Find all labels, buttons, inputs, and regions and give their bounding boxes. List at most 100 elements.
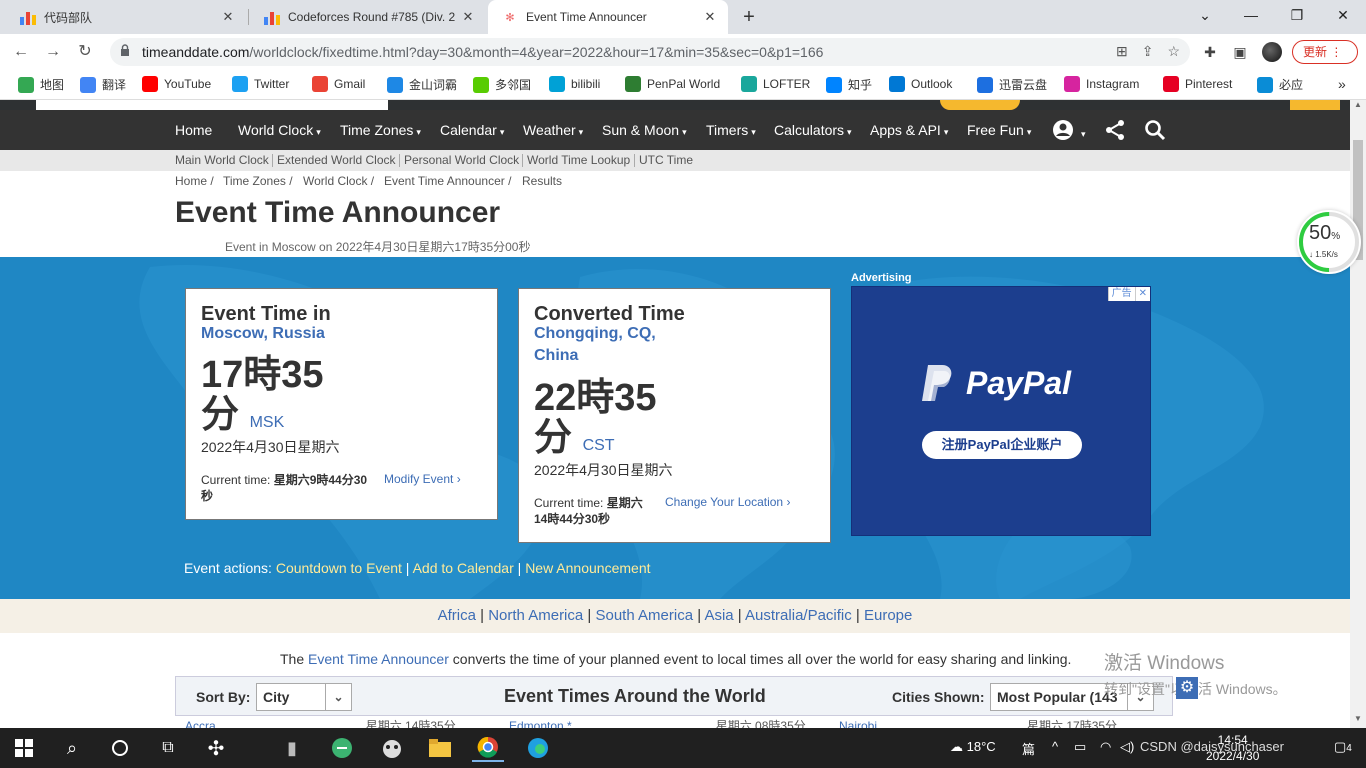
share-icon[interactable]: ⇪ — [1142, 43, 1154, 60]
city-link[interactable]: Nairobi — [839, 719, 877, 728]
nav-sun-moon[interactable]: Sun & Moon ▾ — [602, 122, 687, 138]
network-speed-gauge[interactable]: 50% ↓ 1.5K/s — [1297, 210, 1361, 274]
tab-search-icon[interactable]: ⌄ — [1182, 0, 1228, 30]
scroll-down-icon[interactable]: ▼ — [1350, 714, 1366, 728]
breadcrumb-time-zones[interactable]: Time Zones / — [223, 174, 293, 188]
breadcrumb-home[interactable]: Home / — [175, 174, 214, 188]
converted-location-link-2[interactable]: China — [534, 345, 578, 367]
volume-icon[interactable]: ◁) — [1120, 739, 1134, 755]
subnav-main-world-clock[interactable]: Main World Clock — [175, 153, 269, 167]
add-to-calendar-link[interactable]: Add to Calendar — [413, 560, 514, 576]
bookmark-zhihu[interactable]: 知乎 — [826, 76, 872, 93]
nav-home[interactable]: Home — [175, 122, 212, 138]
bookmark-instagram[interactable]: Instagram — [1064, 76, 1139, 92]
region-europe[interactable]: Europe — [864, 607, 912, 624]
bookmark-youtube[interactable]: YouTube — [142, 76, 211, 92]
nav-world-clock[interactable]: World Clock ▾ — [238, 122, 321, 138]
bookmark-star-icon[interactable]: ☆ — [1167, 43, 1180, 60]
green-app-icon[interactable] — [326, 734, 358, 762]
ad-badge[interactable]: 广告 — [1107, 287, 1135, 301]
ad-signup-button[interactable]: 注册PayPal企业账户 — [922, 431, 1082, 459]
back-icon[interactable]: ← — [8, 40, 34, 64]
weather-widget[interactable]: ☁ 18°C — [950, 739, 996, 755]
nav-calendar[interactable]: Calendar ▾ — [440, 122, 504, 138]
ime-indicator[interactable]: 篇 — [1022, 739, 1035, 758]
search-icon[interactable]: ⌕ — [56, 734, 88, 762]
subnav-personal-world-clock[interactable]: Personal World Clock — [404, 153, 519, 167]
settings-gear-icon[interactable]: ⚙ — [1176, 677, 1198, 699]
close-tab-icon[interactable]: ✕ — [220, 9, 236, 25]
breadcrumb-world-clock[interactable]: World Clock / — [303, 174, 374, 188]
change-location-link[interactable]: Change Your Location › — [665, 495, 790, 509]
nav-weather[interactable]: Weather ▾ — [523, 122, 583, 138]
chrome-taskbar-icon[interactable] — [472, 734, 504, 762]
wifi-icon[interactable]: ◠ — [1100, 739, 1111, 755]
new-tab-button[interactable]: + — [738, 4, 760, 30]
side-panel-icon[interactable]: ▣ — [1230, 42, 1250, 62]
ad-close-icon[interactable]: ✕ — [1134, 287, 1150, 301]
bookmark-xunlei[interactable]: 迅雷云盘 — [977, 76, 1047, 93]
region-australia-pacific[interactable]: Australia/Pacific — [745, 607, 852, 624]
sort-by-select[interactable]: City ⌄ — [256, 683, 352, 711]
close-tab-icon[interactable]: ✕ — [702, 9, 718, 25]
maximize-button[interactable]: ❐ — [1274, 0, 1320, 30]
event-time-announcer-link[interactable]: Event Time Announcer — [308, 651, 449, 667]
nav-free-fun[interactable]: Free Fun ▾ — [967, 122, 1031, 138]
edge-taskbar-icon[interactable] — [522, 734, 554, 762]
table-row[interactable]: Accra 星期六 14時35分 — [185, 717, 456, 728]
chevron-up-icon[interactable]: ^ — [1052, 739, 1058, 754]
browser-tab-2[interactable]: Codeforces Round #785 (Div. 2 ✕ — [250, 0, 486, 34]
advertisement[interactable]: 广告 ✕ PayPal 注册PayPal企业账户 — [851, 286, 1151, 536]
bookmark-pinterest[interactable]: Pinterest — [1163, 76, 1232, 92]
account-icon[interactable] — [1052, 118, 1076, 142]
browser-tab-active[interactable]: ✻ Event Time Announcer ✕ — [488, 0, 728, 34]
bookmark-dictionary[interactable]: 金山词霸 — [387, 76, 457, 93]
address-bar[interactable]: timeanddate.com/worldclock/fixedtime.htm… — [110, 38, 1190, 66]
system-clock[interactable]: 14:54 2022/4/30 — [1206, 732, 1259, 764]
browser-tab-1[interactable]: 代码部队 ✕ — [6, 0, 246, 34]
region-north-america[interactable]: North America — [488, 607, 583, 624]
modify-event-link[interactable]: Modify Event › — [384, 472, 461, 486]
breadcrumb-event-time-announcer[interactable]: Event Time Announcer / — [384, 174, 511, 188]
bookmark-penpal[interactable]: PenPal World — [625, 76, 720, 92]
nav-timers[interactable]: Timers ▾ — [706, 122, 756, 138]
battery-icon[interactable]: ▭ — [1074, 739, 1086, 755]
scroll-up-icon[interactable]: ▲ — [1350, 100, 1366, 114]
subnav-extended-world-clock[interactable]: Extended World Clock — [277, 153, 396, 167]
converted-timezone-link[interactable]: CST — [583, 437, 615, 454]
forward-icon[interactable]: → — [40, 40, 66, 64]
more-bookmarks-button[interactable]: » — [1338, 76, 1346, 92]
bookmark-translate[interactable]: 翻译 — [80, 76, 126, 93]
bookmark-twitter[interactable]: Twitter — [232, 76, 289, 92]
converted-location-link-1[interactable]: Chongqing, CQ, — [534, 323, 656, 345]
bookmark-bing[interactable]: 必应 — [1257, 76, 1303, 93]
nav-apps-api[interactable]: Apps & API ▾ — [870, 122, 948, 138]
bookmark-duolingo[interactable]: 多邻国 — [473, 76, 531, 93]
nav-time-zones[interactable]: Time Zones ▾ — [340, 122, 421, 138]
panda-app-icon[interactable] — [376, 734, 408, 762]
subnav-utc-time[interactable]: UTC Time — [639, 153, 693, 167]
bookmark-outlook[interactable]: Outlook — [889, 76, 952, 92]
page-scrollbar[interactable]: ▲ ▼ — [1350, 100, 1366, 728]
search-icon[interactable] — [1143, 118, 1167, 142]
pinwheel-app-icon[interactable]: ✣ — [200, 734, 232, 762]
city-link[interactable]: Edmonton * — [509, 719, 572, 728]
notification-center-icon[interactable]: ▢4 — [1334, 739, 1352, 755]
city-link[interactable]: Accra — [185, 719, 216, 728]
nav-calculators[interactable]: Calculators ▾ — [774, 122, 852, 138]
minimize-button[interactable]: — — [1228, 0, 1274, 30]
region-south-america[interactable]: South America — [595, 607, 693, 624]
region-africa[interactable]: Africa — [438, 607, 476, 624]
bookmark-lofter[interactable]: LOFTER — [741, 76, 810, 92]
share-icon[interactable] — [1103, 118, 1127, 142]
extensions-icon[interactable]: ✚ — [1200, 42, 1220, 62]
region-asia[interactable]: Asia — [704, 607, 733, 624]
windows-start-icon[interactable] — [8, 734, 40, 762]
task-view-icon[interactable]: ⧉ — [152, 734, 184, 762]
bookmark-gmail[interactable]: Gmail — [312, 76, 365, 92]
table-row[interactable]: Nairobi 星期六 17時35分 — [839, 717, 1117, 728]
cortana-icon[interactable] — [104, 734, 136, 762]
reload-icon[interactable]: ↻ — [72, 40, 98, 64]
update-button[interactable]: 更新 ⋮ — [1292, 40, 1358, 64]
bookmark-maps[interactable]: 地图 — [18, 76, 64, 93]
